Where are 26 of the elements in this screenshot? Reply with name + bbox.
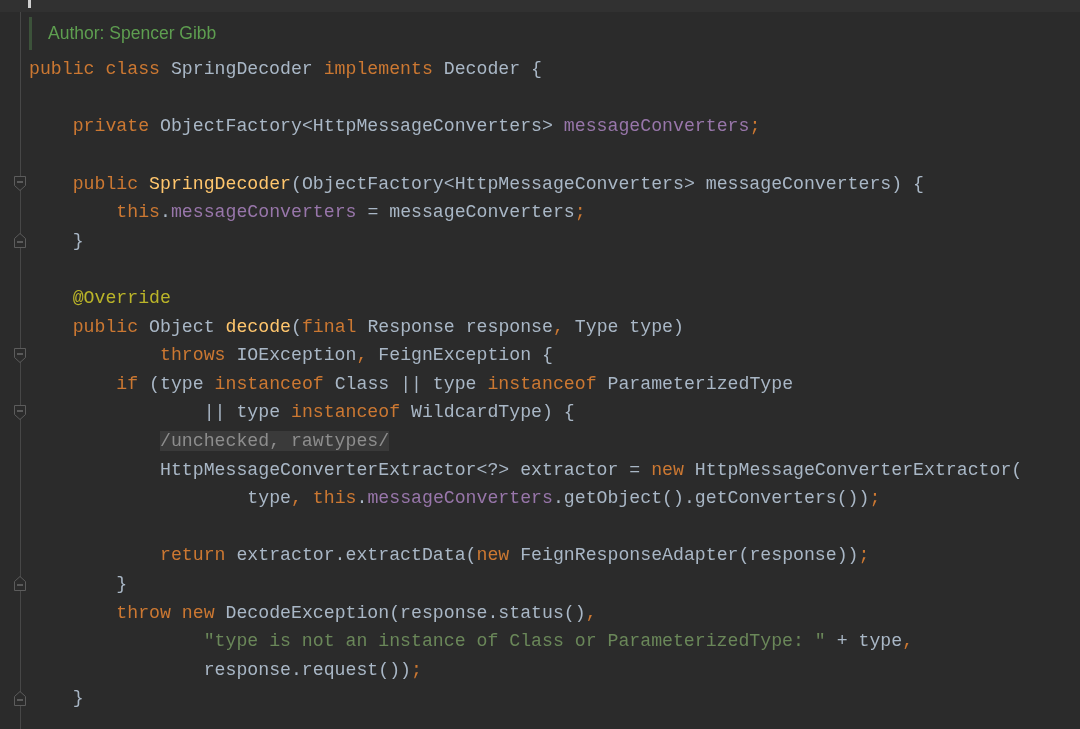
code-line: "type is not an instance of Class or ParameterizedType: " + type, <box>203 630 914 654</box>
fold-marker-icon[interactable] <box>14 176 26 192</box>
text-cursor-icon <box>28 0 31 8</box>
fold-marker-icon[interactable] <box>14 347 26 363</box>
fold-marker-icon[interactable] <box>14 233 26 249</box>
code-line: private ObjectFactory<HttpMessageConverters> messageConverters; <box>72 115 761 139</box>
code-line: public Object decode(final Response response, Type type) <box>72 315 684 339</box>
code-line: if (type instanceof Class || type instanceof ParameterizedType <box>116 372 794 396</box>
code-line: throws IOException, FeignException { <box>160 344 553 368</box>
fold-marker-icon[interactable] <box>14 404 26 420</box>
code-line: return extractor.extractData(new FeignResponseAdapter(response)); <box>160 544 870 568</box>
code-line: type, this.messageConverters.getObject().getConverters()); <box>247 487 881 511</box>
code-line: response.request()); <box>203 658 422 682</box>
code-line: } <box>72 687 84 711</box>
code-line: @Override <box>72 287 171 311</box>
code-line: public class SpringDecoder implements Decoder { <box>29 58 542 82</box>
code-line: HttpMessageConverterExtractor<?> extractor = new HttpMessageConverterExtractor( <box>160 458 1023 482</box>
code-line: } <box>72 229 84 253</box>
code-line: public SpringDecoder(ObjectFactory<HttpMessageConverters> messageConverters) { <box>72 172 924 196</box>
code-line: || type instanceof WildcardType) { <box>203 401 575 425</box>
code-line: } <box>116 573 128 596</box>
fold-marker-icon[interactable] <box>14 576 26 592</box>
code-line: this.messageConverters = messageConverters; <box>116 201 586 225</box>
doc-comment: Author: Spencer Gibb <box>29 17 217 50</box>
code-line: throw new DecodeException(response.status(), <box>116 601 597 625</box>
fold-marker-icon[interactable] <box>14 690 26 706</box>
